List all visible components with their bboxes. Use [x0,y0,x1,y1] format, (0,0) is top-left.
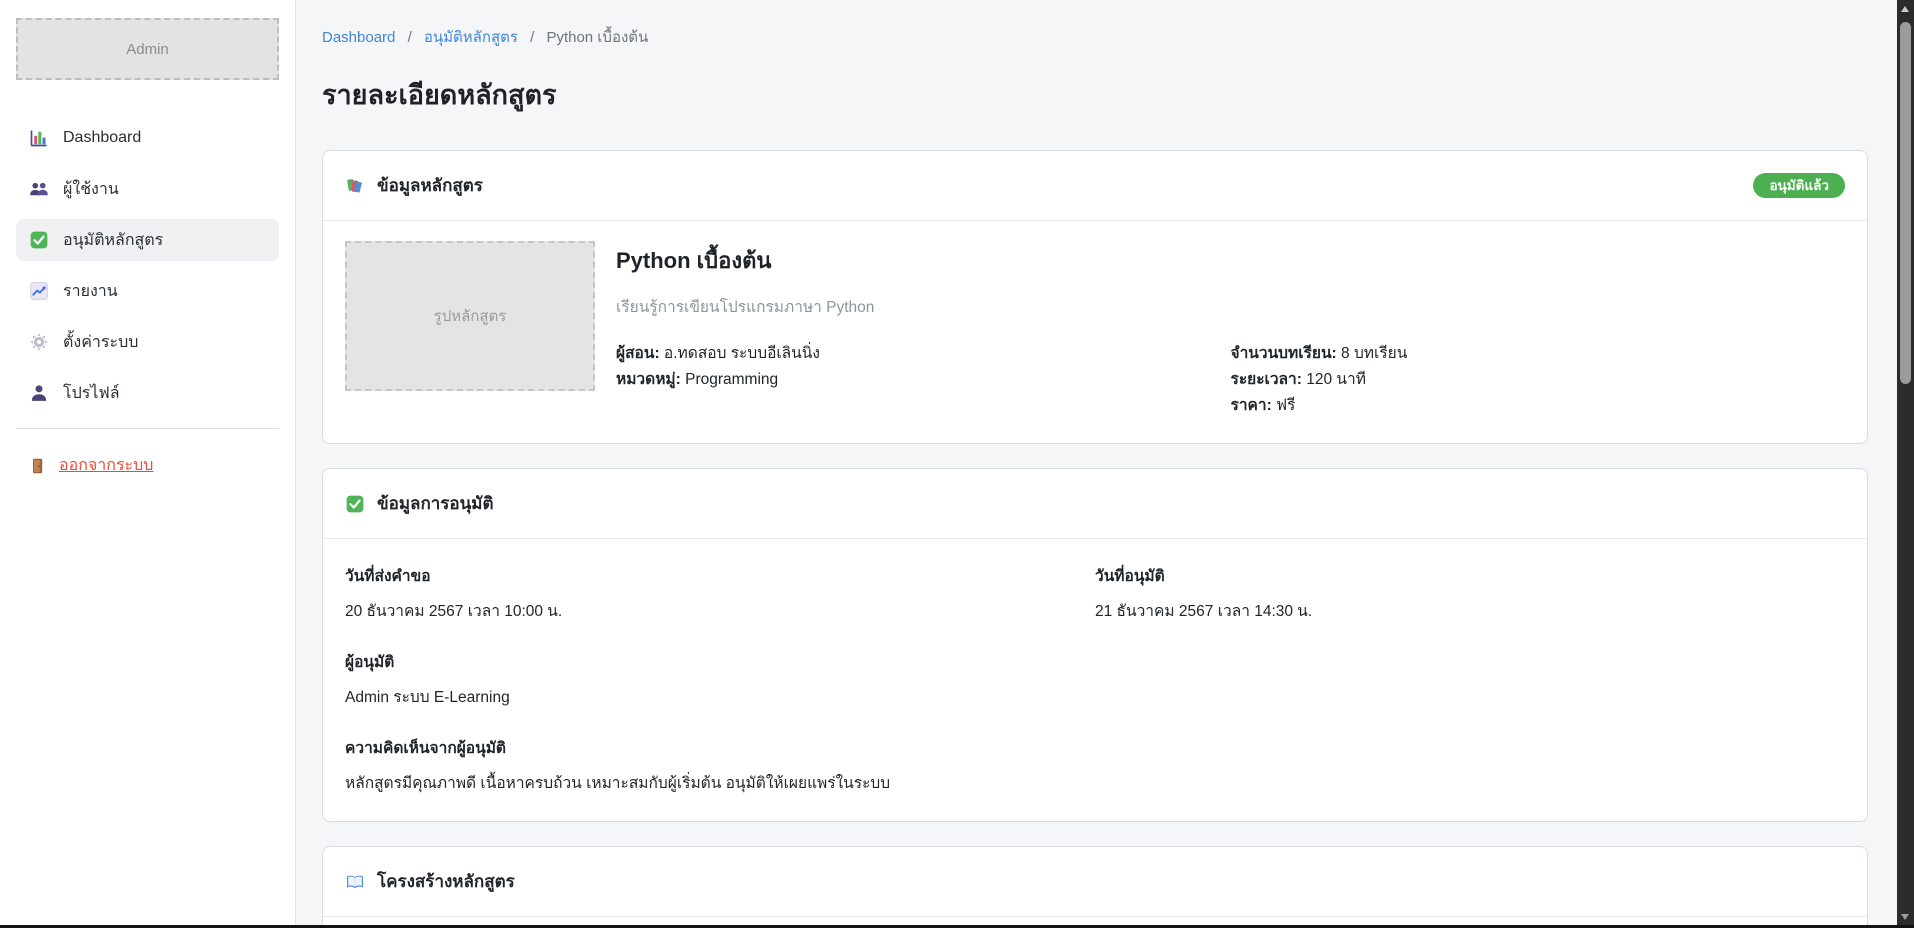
course-image-placeholder-text: รูปหลักสูตร [434,304,507,328]
category-field: หมวดหมู่: Programming [616,367,1231,393]
approver-comment-block: ความคิดเห็นจากผู้อนุมัติ หลักสูตรมีคุณภา… [345,735,1845,795]
course-field-columns: ผู้สอน: อ.ทดสอบ ระบบอีเลินนิ่ง หมวดหมู่:… [616,341,1845,419]
instructor-field: ผู้สอน: อ.ทดสอบ ระบบอีเลินนิ่ง [616,341,1231,367]
sidebar-item-label: รายงาน [63,279,118,304]
sidebar-item-dashboard[interactable]: Dashboard [16,117,279,159]
sidebar-item-profile[interactable]: โปรไฟล์ [16,372,279,414]
breadcrumb-dashboard[interactable]: Dashboard [322,29,395,46]
sidebar-item-label: โปรไฟล์ [63,381,120,406]
scroll-down-arrow-icon[interactable] [1901,914,1909,920]
request-date-value: 20 ธันวาคม 2567 เวลา 10:00 น. [345,598,1095,623]
logout-link[interactable]: ออกจากระบบ [16,453,279,478]
approval-card-header: ข้อมูลการอนุมัติ [323,469,1867,539]
approval-card-header-label: ข้อมูลการอนุมัติ [377,490,494,517]
vertical-scrollbar[interactable] [1897,0,1914,928]
approve-date-block: วันที่อนุมัติ 21 ธันวาคม 2567 เวลา 14:30… [1095,563,1845,623]
breadcrumb-separator: / [408,29,412,46]
approver-comment-value: หลักสูตรมีคุณภาพดี เนื้อหาครบถ้วน เหมาะส… [345,770,1845,795]
lesson-count-field: จำนวนบทเรียน: 8 บทเรียน [1231,341,1846,367]
books-icon [345,176,365,196]
structure-card-header-label: โครงสร้างหลักสูตร [377,868,515,895]
course-card-header: ข้อมูลหลักสูตร อนุมัติแล้ว [323,151,1867,221]
approve-date-value: 21 ธันวาคม 2567 เวลา 14:30 น. [1095,598,1845,623]
person-icon [29,383,49,403]
course-details: Python เบื้องต้น เรียนรู้การเขียนโปรแกรม… [616,241,1845,419]
structure-card-header: โครงสร้างหลักสูตร [323,847,1867,917]
logo-text: Admin [126,41,169,58]
request-date-block: วันที่ส่งคำขอ 20 ธันวาคม 2567 เวลา 10:00… [345,563,1095,623]
door-icon [29,457,47,475]
sidebar-item-reports[interactable]: รายงาน [16,270,279,312]
main-content: Dashboard / อนุมัติหลักสูตร / Python เบื… [296,0,1897,928]
course-title: Python เบื้องต้น [616,243,1845,278]
approver-comment-label: ความคิดเห็นจากผู้อนุมัติ [345,735,1845,760]
page-title: รายละเอียดหลักสูตร [322,73,1868,116]
check-icon [345,494,365,514]
sidebar: Admin Dashboard ผู้ใช้งาน อนุมัติหลักสูต… [0,0,296,928]
open-book-icon [345,872,365,892]
approve-date-label: วันที่อนุมัติ [1095,563,1845,588]
breadcrumb-separator: / [530,29,534,46]
sidebar-item-course-approval[interactable]: อนุมัติหลักสูตร [16,219,279,261]
line-chart-icon [29,281,49,301]
course-fields-left: ผู้สอน: อ.ทดสอบ ระบบอีเลินนิ่ง หมวดหมู่:… [616,341,1231,419]
course-card-body: รูปหลักสูตร Python เบื้องต้น เรียนรู้การ… [323,221,1867,443]
checkbox-icon [29,230,49,250]
sidebar-item-label: Dashboard [63,129,141,147]
breadcrumb-course-approval[interactable]: อนุมัติหลักสูตร [424,29,518,46]
course-info-card: ข้อมูลหลักสูตร อนุมัติแล้ว รูปหลักสูตร P… [322,150,1868,444]
approval-card-body: วันที่ส่งคำขอ 20 ธันวาคม 2567 เวลา 10:00… [323,539,1867,821]
approver-value: Admin ระบบ E-Learning [345,684,1845,709]
approval-dates-row: วันที่ส่งคำขอ 20 ธันวาคม 2567 เวลา 10:00… [345,563,1845,623]
sidebar-item-users[interactable]: ผู้ใช้งาน [16,168,279,210]
approver-label: ผู้อนุมัติ [345,649,1845,674]
sidebar-item-label: อนุมัติหลักสูตร [63,228,163,253]
sidebar-divider [16,428,279,429]
breadcrumb-current: Python เบื้องต้น [546,29,648,46]
users-icon [29,179,49,199]
status-badge: อนุมัติแล้ว [1753,173,1845,199]
duration-field: ระยะเวลา: 120 นาที [1231,367,1846,393]
course-card-title: ข้อมูลหลักสูตร [345,172,483,199]
course-description: เรียนรู้การเขียนโปรแกรมภาษา Python [616,294,1845,319]
logo-placeholder: Admin [16,18,279,80]
gear-icon [29,332,49,352]
breadcrumb: Dashboard / อนุมัติหลักสูตร / Python เบื… [322,25,1868,49]
approver-block: ผู้อนุมัติ Admin ระบบ E-Learning [345,649,1845,709]
bar-chart-icon [29,128,49,148]
approval-card-title: ข้อมูลการอนุมัติ [345,490,494,517]
approval-info-card: ข้อมูลการอนุมัติ วันที่ส่งคำขอ 20 ธันวาค… [322,468,1868,822]
price-field: ราคา: ฟรี [1231,393,1846,419]
request-date-label: วันที่ส่งคำขอ [345,563,1095,588]
structure-card-title: โครงสร้างหลักสูตร [345,868,515,895]
sidebar-menu: Dashboard ผู้ใช้งาน อนุมัติหลักสูตร รายง… [16,117,279,414]
sidebar-item-settings[interactable]: ตั้งค่าระบบ [16,321,279,363]
sidebar-item-label: ผู้ใช้งาน [63,177,119,202]
course-image-placeholder: รูปหลักสูตร [345,241,595,391]
scroll-up-arrow-icon[interactable] [1901,6,1909,12]
sidebar-item-label: ตั้งค่าระบบ [63,330,138,355]
logout-label: ออกจากระบบ [59,453,153,478]
course-fields-right: จำนวนบทเรียน: 8 บทเรียน ระยะเวลา: 120 นา… [1231,341,1846,419]
course-card-header-label: ข้อมูลหลักสูตร [377,172,483,199]
scrollbar-thumb[interactable] [1900,22,1911,384]
course-structure-card: โครงสร้างหลักสูตร [322,846,1868,928]
